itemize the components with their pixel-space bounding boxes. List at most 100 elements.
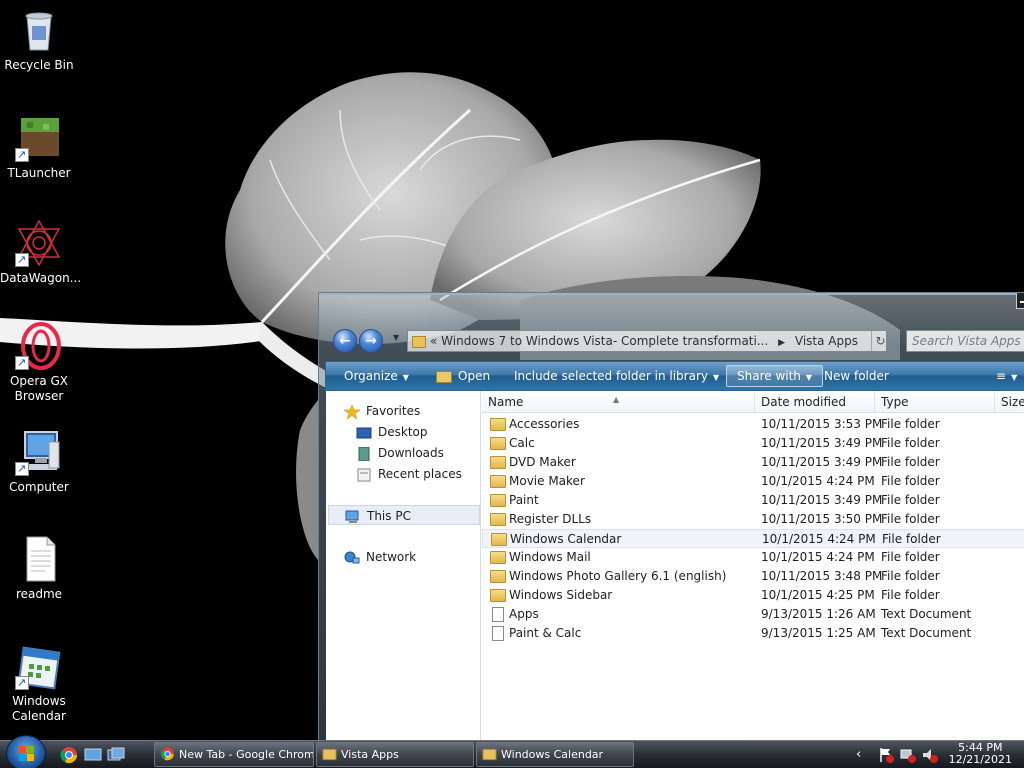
column-name[interactable]: Name ▲ <box>482 391 755 413</box>
breadcrumb-current[interactable]: Vista Apps <box>795 334 858 348</box>
opera-gx-icon <box>15 322 63 370</box>
column-type[interactable]: Type <box>875 391 995 413</box>
table-row[interactable]: Windows Mail 10/1/2015 4:24 PM File folder <box>482 548 1024 567</box>
file-date-modified: 10/1/2015 4:24 PM <box>761 550 875 564</box>
desktop-icon-windows-calendar[interactable]: Windows Calendar <box>0 642 78 724</box>
file-list: Name ▲ Date modified Type Size Accessorie… <box>482 391 1024 741</box>
nav-network[interactable]: Network <box>344 547 416 567</box>
taskbar-button-windows-calendar[interactable]: Windows Calendar <box>476 742 634 767</box>
desktop-icon-opera-gx[interactable]: Opera GX Browser <box>0 322 78 404</box>
search-input[interactable]: Search Vista Apps <box>906 330 1024 352</box>
share-with-button[interactable]: Share with ▼ <box>726 365 824 387</box>
file-type: File folder <box>881 455 940 469</box>
file-type: File folder <box>882 532 941 546</box>
breadcrumb-segment[interactable]: Windows 7 to Windows Vista- Complete tra… <box>441 334 768 348</box>
desktop-icon-computer[interactable]: Computer <box>0 428 78 495</box>
forward-button[interactable]: → <box>359 329 383 353</box>
include-in-library-button[interactable]: Include selected folder in library ▼ <box>504 362 729 390</box>
table-row[interactable]: Register DLLs 10/11/2015 3:50 PM File fold… <box>482 510 1024 529</box>
file-name: Windows Mail <box>509 550 591 564</box>
minimize-button[interactable] <box>1016 293 1024 309</box>
tray-expand-icon[interactable]: ‹ <box>856 747 872 763</box>
quicklaunch-show-desktop[interactable] <box>84 746 102 764</box>
table-row[interactable]: Windows Calendar 10/1/2015 4:24 PM File fo… <box>482 529 1024 548</box>
quicklaunch-chrome[interactable] <box>60 746 78 764</box>
recent-pages-dropdown[interactable]: ▼ <box>393 333 399 342</box>
back-button[interactable]: ← <box>333 329 357 353</box>
address-bar[interactable]: « Windows 7 to Windows Vista- Complete t… <box>407 330 887 352</box>
action-center-icon[interactable] <box>878 747 894 763</box>
desktop-icon-recycle-bin[interactable]: Recycle Bin <box>0 6 78 73</box>
file-date-modified: 10/11/2015 3:53 PM <box>761 417 883 431</box>
file-type: File folder <box>881 474 940 488</box>
new-folder-button[interactable]: New folder <box>814 362 899 390</box>
shortcut-arrow-icon <box>15 147 29 162</box>
file-date-modified: 9/13/2015 1:26 AM <box>761 607 876 621</box>
file-type: File folder <box>881 588 940 602</box>
column-size[interactable]: Size <box>995 391 1024 413</box>
view-options-button[interactable]: ≡ ▼ <box>986 362 1024 390</box>
column-date-modified[interactable]: Date modified <box>755 391 875 413</box>
desktop-icon-datawagon[interactable]: DataWagon... <box>0 219 81 286</box>
desktop-icon-label: Windows Calendar <box>12 694 66 723</box>
file-name: Windows Calendar <box>510 532 622 546</box>
table-row[interactable]: Calc 10/11/2015 3:49 PM File folder <box>482 434 1024 453</box>
folder-icon <box>322 748 337 761</box>
address-overflow[interactable]: « <box>430 334 437 348</box>
nav-label: Favorites <box>366 404 421 418</box>
nav-downloads[interactable]: Downloads <box>356 443 444 463</box>
table-row[interactable]: Movie Maker 10/1/2015 4:24 PM File folder <box>482 472 1024 491</box>
folder-icon <box>490 570 506 583</box>
chevron-down-icon: ▼ <box>402 373 409 382</box>
table-row[interactable]: Windows Photo Gallery 6.1 (english) 10/11… <box>482 567 1024 586</box>
quicklaunch-switch-windows[interactable] <box>107 746 125 764</box>
desktop-icon-readme[interactable]: readme <box>0 535 78 602</box>
file-name: Register DLLs <box>509 512 592 526</box>
breadcrumb-separator-icon[interactable]: ▶ <box>778 338 785 348</box>
system-tray: ‹ 5:44 PM 12/21/2021 <box>854 741 1024 768</box>
command-bar: Organize ▼ Open Include selected folder i… <box>325 361 1024 391</box>
folder-icon <box>490 589 506 602</box>
taskbar-button-vista-apps[interactable]: Vista Apps <box>316 742 474 767</box>
desktop-icon-label: Opera GX Browser <box>9 374 69 403</box>
volume-muted-icon[interactable] <box>922 747 938 763</box>
clock[interactable]: 5:44 PM 12/21/2021 <box>949 742 1012 766</box>
nav-recent-places[interactable]: Recent places <box>356 464 462 484</box>
file-date-modified: 10/11/2015 3:49 PM <box>761 436 883 450</box>
column-header: Name ▲ Date modified Type Size <box>482 391 1024 413</box>
file-name: Accessories <box>509 417 580 431</box>
table-row[interactable]: Windows Sidebar 10/1/2015 4:25 PM File fol… <box>482 586 1024 605</box>
recycle-bin-icon <box>15 6 63 54</box>
desktop-icon-tlauncher[interactable]: TLauncher <box>0 114 78 181</box>
star-icon <box>343 403 361 420</box>
table-row[interactable]: Paint & Calc 9/13/2015 1:25 AM Text Docume… <box>482 624 1024 643</box>
start-button[interactable] <box>6 735 46 768</box>
folder-icon <box>491 533 507 546</box>
table-row[interactable]: Apps 9/13/2015 1:26 AM Text Document <box>482 605 1024 624</box>
table-row[interactable]: Paint 10/11/2015 3:49 PM File folder <box>482 491 1024 510</box>
open-button[interactable]: Open <box>426 362 500 390</box>
column-label: Size <box>1001 395 1024 409</box>
organize-label: Organize <box>344 369 398 383</box>
desktop-icon-label: TLauncher <box>7 166 71 180</box>
nav-favorites[interactable]: Favorites <box>343 401 421 421</box>
file-date-modified: 9/13/2015 1:25 AM <box>761 626 876 640</box>
file-type: File folder <box>881 569 940 583</box>
file-type: File folder <box>881 436 940 450</box>
taskbar-button-label: Vista Apps <box>341 748 399 761</box>
explorer-window[interactable]: ← → ▼ « Windows 7 to Windows Vista- Comp… <box>318 292 1024 742</box>
taskbar-button-chrome[interactable]: New Tab - Google Chrome <box>154 742 314 767</box>
folder-icon <box>490 437 506 450</box>
table-row[interactable]: DVD Maker 10/11/2015 3:49 PM File folder <box>482 453 1024 472</box>
organize-button[interactable]: Organize ▼ <box>334 362 419 390</box>
chevron-down-icon: ▼ <box>1011 373 1018 382</box>
table-row[interactable]: Accessories 10/11/2015 3:53 PM File folder <box>482 415 1024 434</box>
window-frame-top <box>319 293 1024 295</box>
nav-this-pc[interactable]: This PC <box>328 505 480 525</box>
network-status-icon[interactable] <box>900 747 916 763</box>
refresh-button[interactable]: ↻ <box>871 331 889 351</box>
windows-calendar-icon <box>15 642 63 690</box>
new-folder-label: New folder <box>824 369 889 383</box>
nav-desktop[interactable]: Desktop <box>356 422 428 442</box>
text-document-icon <box>15 535 63 583</box>
